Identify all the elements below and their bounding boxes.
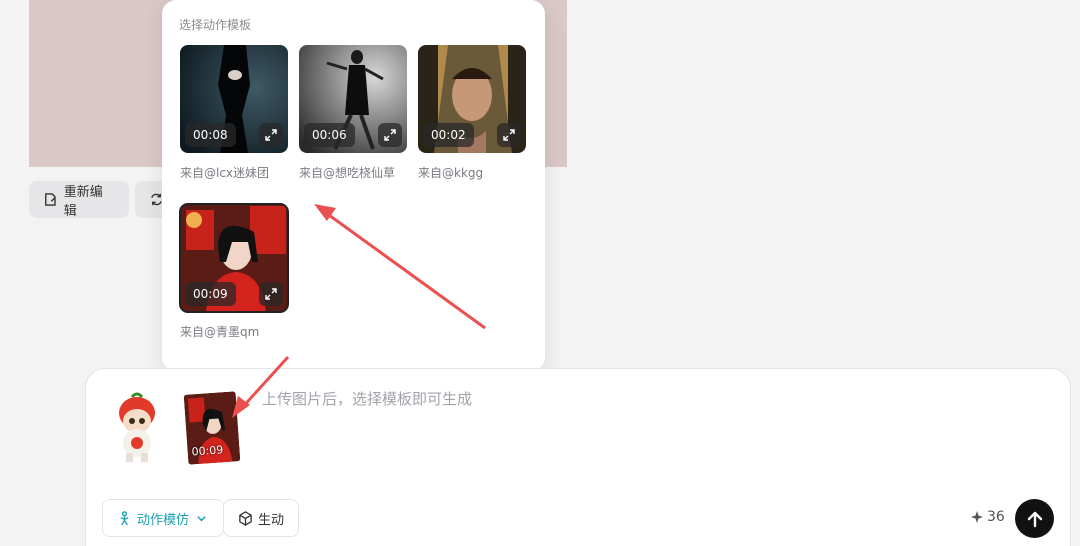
send-button[interactable] (1015, 499, 1054, 538)
reedit-button[interactable]: 重新编辑 (29, 181, 129, 219)
template-author: 来自@青墨qm (180, 325, 260, 339)
template-picker-popup: 选择动作模板 00:08 来自@lcx迷妹团 00:06 来自@想吃桡仙草 00… (162, 0, 545, 371)
template-author: 来自@lcx迷妹团 (180, 166, 270, 180)
edit-icon (45, 193, 56, 206)
popup-title: 选择动作模板 (179, 18, 252, 32)
motion-icon (120, 510, 129, 525)
mode-label: 动作模仿 (137, 512, 190, 528)
template-card[interactable]: 00:08 来自@lcx迷妹团 (180, 45, 288, 181)
template-thumbnail[interactable]: 00:09 (179, 203, 289, 313)
template-duration: 00:02 (423, 123, 474, 147)
template-thumbnail[interactable]: 00:08 (180, 45, 288, 153)
cube-icon (239, 510, 252, 526)
template-card[interactable]: 00:06 来自@想吃桡仙草 (299, 45, 407, 181)
expand-icon[interactable] (497, 123, 521, 147)
template-duration: 00:08 (185, 123, 236, 147)
lively-toggle[interactable]: 生动 (223, 499, 300, 537)
reedit-label: 重新编辑 (63, 184, 103, 219)
template-author: 来自@想吃桡仙草 (299, 166, 396, 180)
template-thumbnail[interactable]: 00:06 (299, 45, 407, 153)
mode-dropdown[interactable]: 动作模仿 (102, 499, 225, 537)
arrow-up-icon (1027, 511, 1042, 527)
template-card-selected[interactable]: 00:09 来自@青墨qm (179, 203, 289, 340)
attached-duration: 00:09 (191, 443, 224, 459)
template-duration: 00:06 (304, 123, 355, 147)
template-author: 来自@kkgg (418, 166, 484, 180)
expand-icon[interactable] (259, 282, 283, 306)
credits-counter: 36 (971, 509, 1005, 525)
expand-icon[interactable] (259, 123, 283, 147)
uploaded-image-mascot[interactable] (108, 391, 166, 463)
composer-card: 00:09 上传图片后，选择模板即可生成 动作模仿 生动 36 (85, 368, 1071, 546)
attached-template-thumbnail[interactable]: 00:09 (183, 391, 241, 465)
mascot-image (119, 392, 155, 462)
prompt-input[interactable]: 上传图片后，选择模板即可生成 (262, 388, 472, 409)
chevron-down-icon (197, 515, 206, 521)
expand-icon[interactable] (378, 123, 402, 147)
sparkle-icon (971, 511, 983, 523)
template-card[interactable]: 00:02 来自@kkgg (418, 45, 526, 181)
credits-value: 36 (987, 509, 1005, 525)
template-thumbnail[interactable]: 00:02 (418, 45, 526, 153)
template-duration: 00:09 (185, 282, 236, 306)
lively-label: 生动 (258, 512, 285, 528)
